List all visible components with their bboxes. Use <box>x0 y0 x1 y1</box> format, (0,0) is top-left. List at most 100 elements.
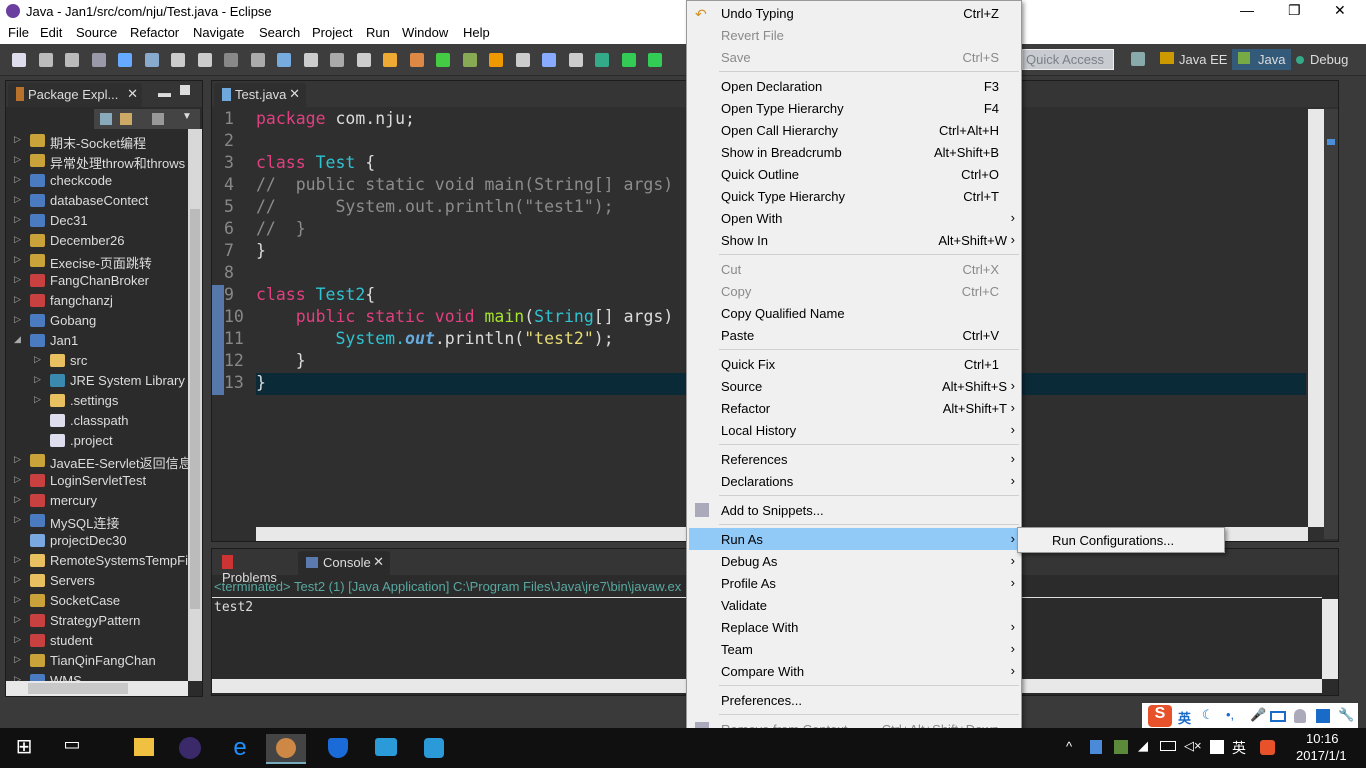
collapsed-arrow-icon[interactable]: ▷ <box>14 254 21 265</box>
toolbar-button-icon[interactable] <box>542 53 556 67</box>
user-icon[interactable] <box>1294 709 1306 723</box>
tab-problems[interactable]: Problems <box>214 551 296 585</box>
collapsed-arrow-icon[interactable]: ▷ <box>14 634 21 645</box>
tree-item-strategypattern[interactable]: ▷ StrategyPattern <box>6 611 188 631</box>
usb-icon[interactable] <box>1090 740 1102 754</box>
collapsed-arrow-icon[interactable]: ▷ <box>14 494 21 505</box>
menu-item-debug-as[interactable]: Debug As › <box>689 550 1019 572</box>
toolbar-button-icon[interactable] <box>383 53 397 67</box>
tree-item-gobang[interactable]: ▷ Gobang <box>6 311 188 331</box>
menu-item-profile-as[interactable]: Profile As › <box>689 572 1019 594</box>
collapsed-arrow-icon[interactable]: ▷ <box>14 294 21 305</box>
tree-item-project[interactable]: .project <box>6 431 188 451</box>
collapsed-arrow-icon[interactable]: ▷ <box>14 174 21 185</box>
start-button[interactable]: ⊞ <box>4 734 44 764</box>
sogou-logo-icon[interactable]: S <box>1148 705 1172 727</box>
collapsed-arrow-icon[interactable]: ▷ <box>14 554 21 565</box>
moon-icon[interactable]: ☾ <box>1202 707 1214 723</box>
horizontal-scrollbar[interactable] <box>6 681 188 696</box>
menu-item-open-with[interactable]: Open With › <box>689 207 1019 229</box>
editor-vertical-scrollbar[interactable] <box>1308 109 1324 527</box>
shield-taskbar-icon[interactable] <box>318 734 358 764</box>
minimize-button[interactable]: — <box>1240 2 1254 18</box>
tree-item-classpath[interactable]: .classpath <box>6 411 188 431</box>
tree-item-mercury[interactable]: ▷ mercury <box>6 491 188 511</box>
close-tab-icon[interactable]: ✕ <box>289 86 300 102</box>
collapsed-arrow-icon[interactable]: ▷ <box>14 194 21 205</box>
view-menu-icon[interactable]: ▼ <box>182 111 192 122</box>
tree-item-servers[interactable]: ▷ Servers <box>6 571 188 591</box>
menu-item-quick-outline[interactable]: Quick Outline Ctrl+O <box>689 163 1019 185</box>
tree-item-wms[interactable]: ▷ WMS <box>6 671 188 681</box>
microphone-icon[interactable]: 🎤 <box>1250 707 1266 723</box>
tree-item-fangchanbroker[interactable]: ▷ FangChanBroker <box>6 271 188 291</box>
menu-window[interactable]: Window <box>402 25 448 40</box>
menu-edit[interactable]: Edit <box>40 25 62 40</box>
menu-item-show-in-breadcrumb[interactable]: Show in Breadcrumb Alt+Shift+B <box>689 141 1019 163</box>
menu-item-open-type-hierarchy[interactable]: Open Type Hierarchy F4 <box>689 97 1019 119</box>
collapsed-arrow-icon[interactable]: ▷ <box>14 674 21 681</box>
menu-item-validate[interactable]: Validate <box>689 594 1019 616</box>
menu-item-quick-type-hierarchy[interactable]: Quick Type Hierarchy Ctrl+T <box>689 185 1019 207</box>
menu-item-local-history[interactable]: Local History › <box>689 419 1019 441</box>
collapsed-arrow-icon[interactable]: ▷ <box>14 594 21 605</box>
tree-item-javaee-servlet[interactable]: ▷ JavaEE-Servlet返回信息 <box>6 451 188 471</box>
menu-item-run-as[interactable]: Run As › <box>689 528 1019 550</box>
menu-item-undo-typing[interactable]: ↶ Undo Typing Ctrl+Z <box>689 2 1019 24</box>
quick-access-input[interactable]: Quick Access <box>1022 49 1114 70</box>
tree-item-execise[interactable]: ▷ Execise-页面跳转 <box>6 251 188 271</box>
close-tab-icon[interactable]: ✕ <box>127 86 138 102</box>
volume-muted-icon[interactable]: ◁× <box>1184 738 1202 754</box>
menu-refactor[interactable]: Refactor <box>130 25 179 40</box>
collapsed-arrow-icon[interactable]: ▷ <box>14 574 21 585</box>
menu-item-run-configurations[interactable]: Run Configurations... <box>1020 529 1224 551</box>
tab-test-java[interactable]: Test.java ✕ <box>214 83 306 107</box>
vertical-scrollbar[interactable] <box>188 129 202 681</box>
clock-date[interactable]: 2017/1/1 <box>1296 748 1347 763</box>
tab-package-explorer[interactable]: Package Expl... ✕ <box>8 83 142 107</box>
menu-item-compare-with[interactable]: Compare With › <box>689 660 1019 682</box>
collapsed-arrow-icon[interactable]: ▷ <box>14 474 21 485</box>
tab-console[interactable]: Console ✕ <box>298 551 390 575</box>
tree-item-databasecontect[interactable]: ▷ databaseContect <box>6 191 188 211</box>
perspective-java[interactable]: Java <box>1232 49 1292 70</box>
wrench-icon[interactable]: 🔧 <box>1338 707 1354 723</box>
collapsed-arrow-icon[interactable]: ▷ <box>14 654 21 665</box>
task-view-button[interactable]: ▭ <box>52 734 92 764</box>
tree-item-remotesystemstempfil[interactable]: ▷ RemoteSystemsTempFil <box>6 551 188 571</box>
toolbar-button-icon[interactable] <box>65 53 79 67</box>
toolbar-button-icon[interactable] <box>12 53 26 67</box>
menu-search[interactable]: Search <box>259 25 300 40</box>
perspective-debug[interactable]: Debug <box>1296 52 1348 67</box>
toolbar-button-icon[interactable] <box>436 53 450 67</box>
menu-item-declarations[interactable]: Declarations › <box>689 470 1019 492</box>
wifi-icon[interactable]: ◢ <box>1138 738 1148 754</box>
toolbar-button-icon[interactable] <box>144 53 159 67</box>
input-language-indicator[interactable]: 英 <box>1232 738 1246 758</box>
menu-item-add-to-snippets[interactable]: Add to Snippets... <box>689 499 1019 521</box>
close-button[interactable]: ✕ <box>1334 2 1346 19</box>
toolbar-button-icon[interactable] <box>621 53 636 67</box>
collapsed-arrow-icon[interactable]: ▷ <box>34 374 41 385</box>
collapsed-arrow-icon[interactable]: ▷ <box>14 274 21 285</box>
menu-help[interactable]: Help <box>463 25 490 40</box>
toolbar-button-icon[interactable] <box>277 53 291 67</box>
toolbar-button-icon[interactable] <box>197 53 212 67</box>
tree-item-checkcode[interactable]: ▷ checkcode <box>6 171 188 191</box>
menu-item-preferences[interactable]: Preferences... <box>689 689 1019 711</box>
toolbar-button-icon[interactable] <box>489 53 503 67</box>
tree-item-mysql[interactable]: ▷ MySQL连接 <box>6 511 188 531</box>
collapsed-arrow-icon[interactable]: ▷ <box>14 234 21 245</box>
tree-item-projectdec30[interactable]: projectDec30 <box>6 531 188 551</box>
show-hidden-icons[interactable]: ^ <box>1066 739 1072 754</box>
menu-item-source[interactable]: Source Alt+Shift+S › <box>689 375 1019 397</box>
collapsed-arrow-icon[interactable]: ▷ <box>14 154 21 165</box>
close-tab-icon[interactable]: ✕ <box>373 554 384 570</box>
toolbar-button-icon[interactable] <box>648 53 662 67</box>
collapsed-arrow-icon[interactable]: ▷ <box>34 354 41 365</box>
menu-item-refactor[interactable]: Refactor Alt+Shift+T › <box>689 397 1019 419</box>
tree-item-throw-throws[interactable]: ▷ 异常处理throw和throws <box>6 151 188 171</box>
toolbar-button-icon[interactable] <box>118 53 132 67</box>
collapsed-arrow-icon[interactable]: ▷ <box>14 214 21 225</box>
collapsed-arrow-icon[interactable]: ▷ <box>14 454 21 465</box>
